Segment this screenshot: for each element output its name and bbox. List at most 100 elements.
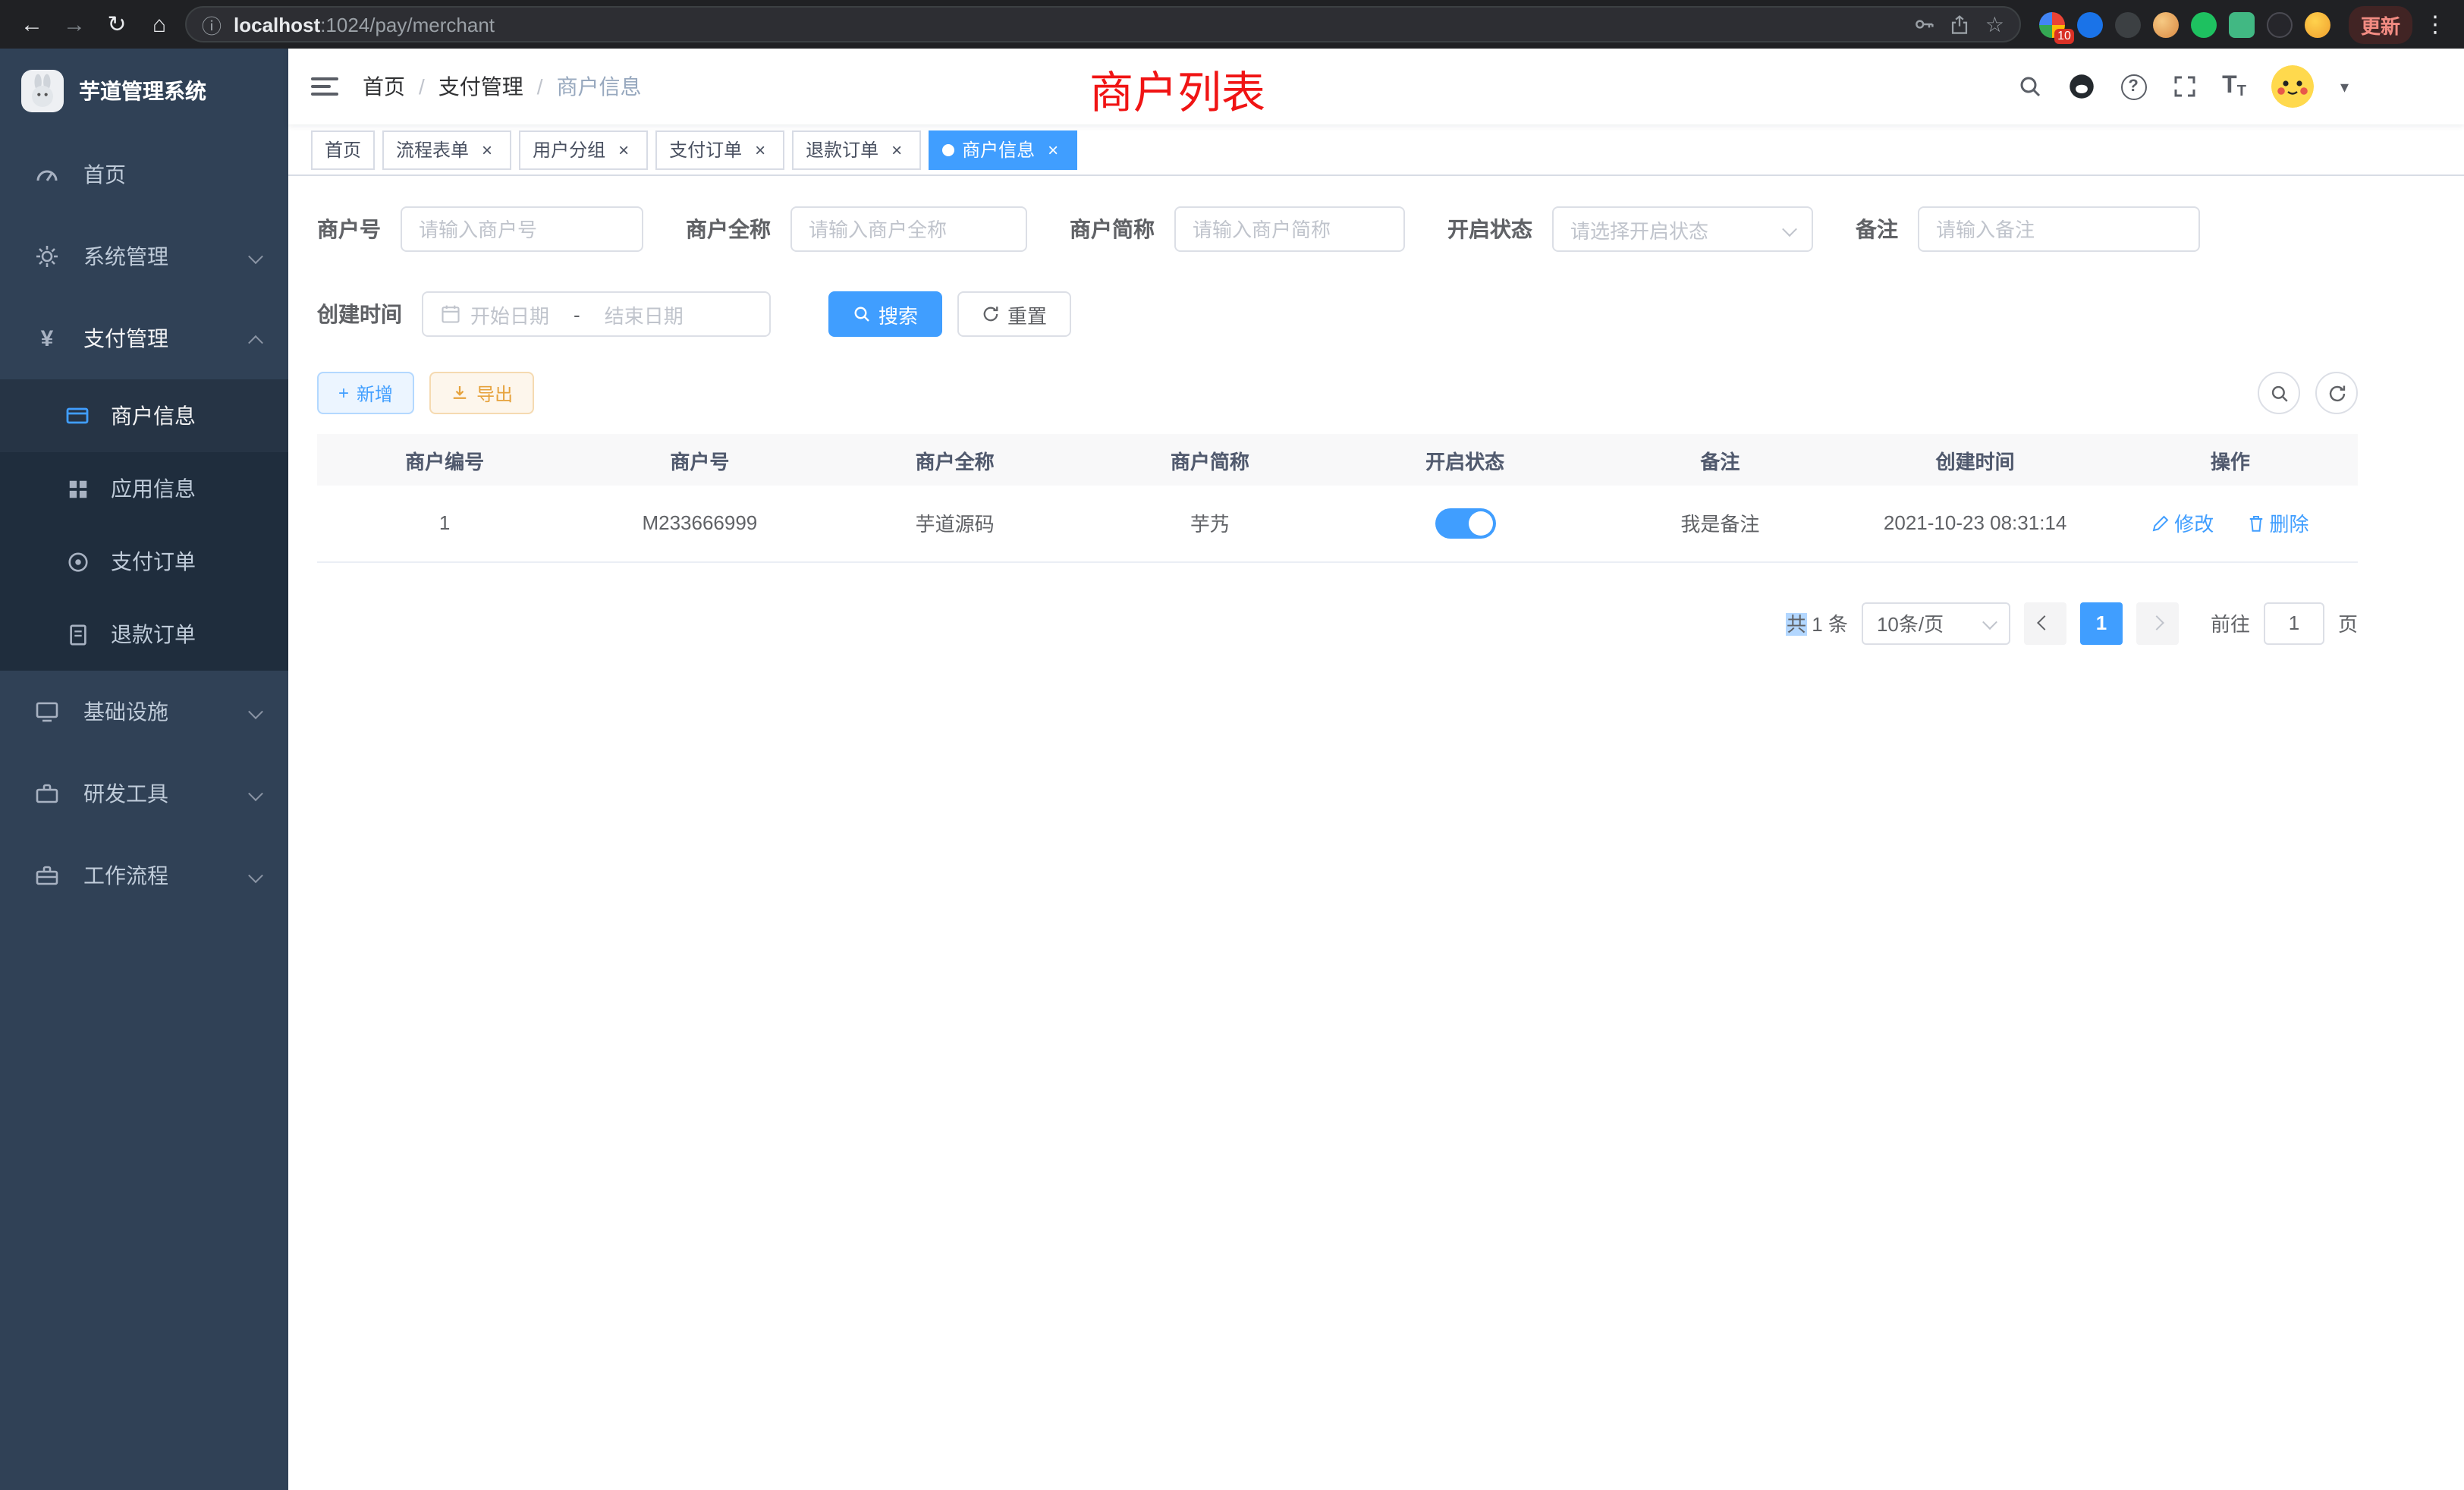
goto-page-input[interactable] (2264, 602, 2324, 644)
extension-icon[interactable]: 10 (2039, 11, 2065, 37)
tab-process-form[interactable]: 流程表单× (382, 130, 511, 169)
merchant-no-input[interactable] (401, 206, 643, 252)
cell-merchant-no: M233666999 (572, 486, 827, 561)
browser-menu-icon[interactable]: ⋮ (2422, 11, 2449, 38)
breadcrumb-item[interactable]: 首页 (363, 71, 405, 102)
sidebar-menu: 首页 系统管理 ¥ 支付管理 商户信息 应用信息 (0, 134, 288, 916)
extension-icon[interactable] (2305, 11, 2330, 37)
date-end-placeholder[interactable]: 结束日期 (605, 300, 684, 328)
chevron-down-icon (1985, 611, 1995, 634)
export-button[interactable]: 导出 (429, 372, 534, 414)
key-icon[interactable] (1914, 14, 1935, 35)
close-icon[interactable]: × (750, 139, 771, 160)
status-toggle[interactable] (1435, 508, 1495, 539)
calendar-icon (440, 303, 461, 325)
tab-pay-order[interactable]: 支付订单× (655, 130, 784, 169)
sidebar-toggle[interactable] (311, 77, 338, 96)
next-page-button[interactable] (2136, 602, 2179, 644)
full-name-input[interactable] (790, 206, 1027, 252)
bookmark-star-icon[interactable]: ☆ (1985, 11, 2004, 37)
close-icon[interactable]: × (476, 139, 498, 160)
extension-icon[interactable] (2077, 11, 2103, 37)
sidebar-item-merchant-info[interactable]: 商户信息 (0, 379, 288, 452)
sidebar-item-app-info[interactable]: 应用信息 (0, 452, 288, 525)
extension-icon[interactable] (2153, 11, 2179, 37)
create-time-label: 创建时间 (317, 299, 402, 329)
extension-icon[interactable] (2115, 11, 2141, 37)
breadcrumb-separator: / (537, 74, 543, 99)
sidebar-item-label: 首页 (83, 159, 126, 190)
prev-page-button[interactable] (2024, 602, 2066, 644)
col-full-name: 商户全称 (828, 434, 1083, 486)
search-icon[interactable] (2017, 74, 2041, 99)
reload-icon[interactable]: ↻ (100, 8, 134, 41)
breadcrumb: 首页 / 支付管理 / 商户信息 (363, 71, 642, 102)
close-icon[interactable]: × (886, 139, 907, 160)
home-icon[interactable]: ⌂ (143, 8, 176, 41)
help-icon[interactable]: ? (2120, 74, 2146, 99)
short-name-input[interactable] (1174, 206, 1405, 252)
remark-label: 备注 (1856, 214, 1898, 244)
close-icon[interactable]: × (1042, 139, 1064, 160)
tab-refund-order[interactable]: 退款订单× (792, 130, 921, 169)
browser-update-chip[interactable]: 更新 (2349, 5, 2412, 43)
address-bar[interactable]: ⓘ localhost:1024/pay/merchant ☆ (185, 6, 2021, 42)
reset-button[interactable]: 重置 (957, 291, 1071, 337)
date-range-picker[interactable]: 开始日期 - 结束日期 (422, 291, 771, 337)
page-size-select[interactable]: 10条/页 (1862, 602, 2010, 644)
date-start-placeholder[interactable]: 开始日期 (470, 300, 549, 328)
col-merchant-no: 商户号 (572, 434, 827, 486)
extension-badge: 10 (2054, 28, 2074, 43)
url-text[interactable]: localhost:1024/pay/merchant (234, 13, 1902, 36)
full-name-label: 商户全称 (686, 214, 771, 244)
share-icon[interactable] (1950, 14, 1970, 34)
back-icon[interactable]: ← (15, 8, 49, 41)
font-size-icon[interactable]: TT (2222, 73, 2246, 100)
refresh-button[interactable] (2315, 372, 2358, 414)
credit-card-icon (64, 404, 91, 428)
github-icon[interactable] (2067, 73, 2095, 100)
pagination: 共 1 条 10条/页 1 前往 页 (317, 602, 2358, 644)
tab-merchant-info[interactable]: 商户信息× (929, 130, 1077, 169)
col-remark: 备注 (1592, 434, 1847, 486)
page-number-button[interactable]: 1 (2080, 602, 2123, 644)
breadcrumb-item[interactable]: 支付管理 (438, 71, 523, 102)
status-select[interactable]: 请选择开启状态 (1552, 206, 1813, 252)
forward-icon[interactable]: → (58, 8, 91, 41)
delete-button[interactable]: 删除 (2247, 509, 2309, 538)
search-button[interactable]: 搜索 (828, 291, 942, 337)
chevron-down-icon (1784, 218, 1795, 240)
merchant-table: 商户编号 商户号 商户全称 商户简称 开启状态 备注 创建时间 操作 1 M23… (317, 434, 2358, 562)
sidebar-item-label: 应用信息 (111, 473, 196, 504)
close-icon[interactable]: × (613, 139, 634, 160)
cell-status (1337, 486, 1592, 561)
tab-user-group[interactable]: 用户分组× (519, 130, 648, 169)
dashboard-icon (33, 162, 61, 187)
app-logo[interactable]: 芋道管理系统 (0, 49, 288, 134)
tab-home[interactable]: 首页 (311, 130, 375, 169)
payment-submenu: 商户信息 应用信息 支付订单 退款订单 (0, 379, 288, 671)
sidebar-item-home[interactable]: 首页 (0, 134, 288, 215)
sidebar-item-refund-order[interactable]: 退款订单 (0, 598, 288, 671)
site-info-icon[interactable]: ⓘ (202, 10, 222, 39)
toolbox-icon (33, 781, 61, 806)
extension-icon[interactable] (2191, 11, 2217, 37)
fullscreen-icon[interactable] (2172, 74, 2196, 99)
edit-button[interactable]: 修改 (2151, 509, 2214, 538)
sidebar-item-system[interactable]: 系统管理 (0, 215, 288, 297)
chevron-down-icon[interactable]: ▾ (2340, 77, 2349, 96)
extension-icon[interactable] (2267, 11, 2293, 37)
add-button[interactable]: + 新增 (317, 372, 414, 414)
sidebar-item-label: 基础设施 (83, 696, 168, 727)
toggle-search-button[interactable] (2258, 372, 2300, 414)
sidebar-item-payment[interactable]: ¥ 支付管理 (0, 297, 288, 379)
extension-icon[interactable] (2229, 11, 2255, 37)
remark-input[interactable] (1918, 206, 2200, 252)
sidebar-item-devtools[interactable]: 研发工具 (0, 753, 288, 835)
monitor-icon (33, 699, 61, 724)
user-avatar[interactable] (2272, 65, 2315, 108)
sidebar-item-workflow[interactable]: 工作流程 (0, 835, 288, 916)
filter-row-1: 商户号 商户全称 商户简称 开启状态 请选择开启状态 备注 (317, 206, 2358, 252)
sidebar-item-pay-order[interactable]: 支付订单 (0, 525, 288, 598)
sidebar-item-infrastructure[interactable]: 基础设施 (0, 671, 288, 753)
